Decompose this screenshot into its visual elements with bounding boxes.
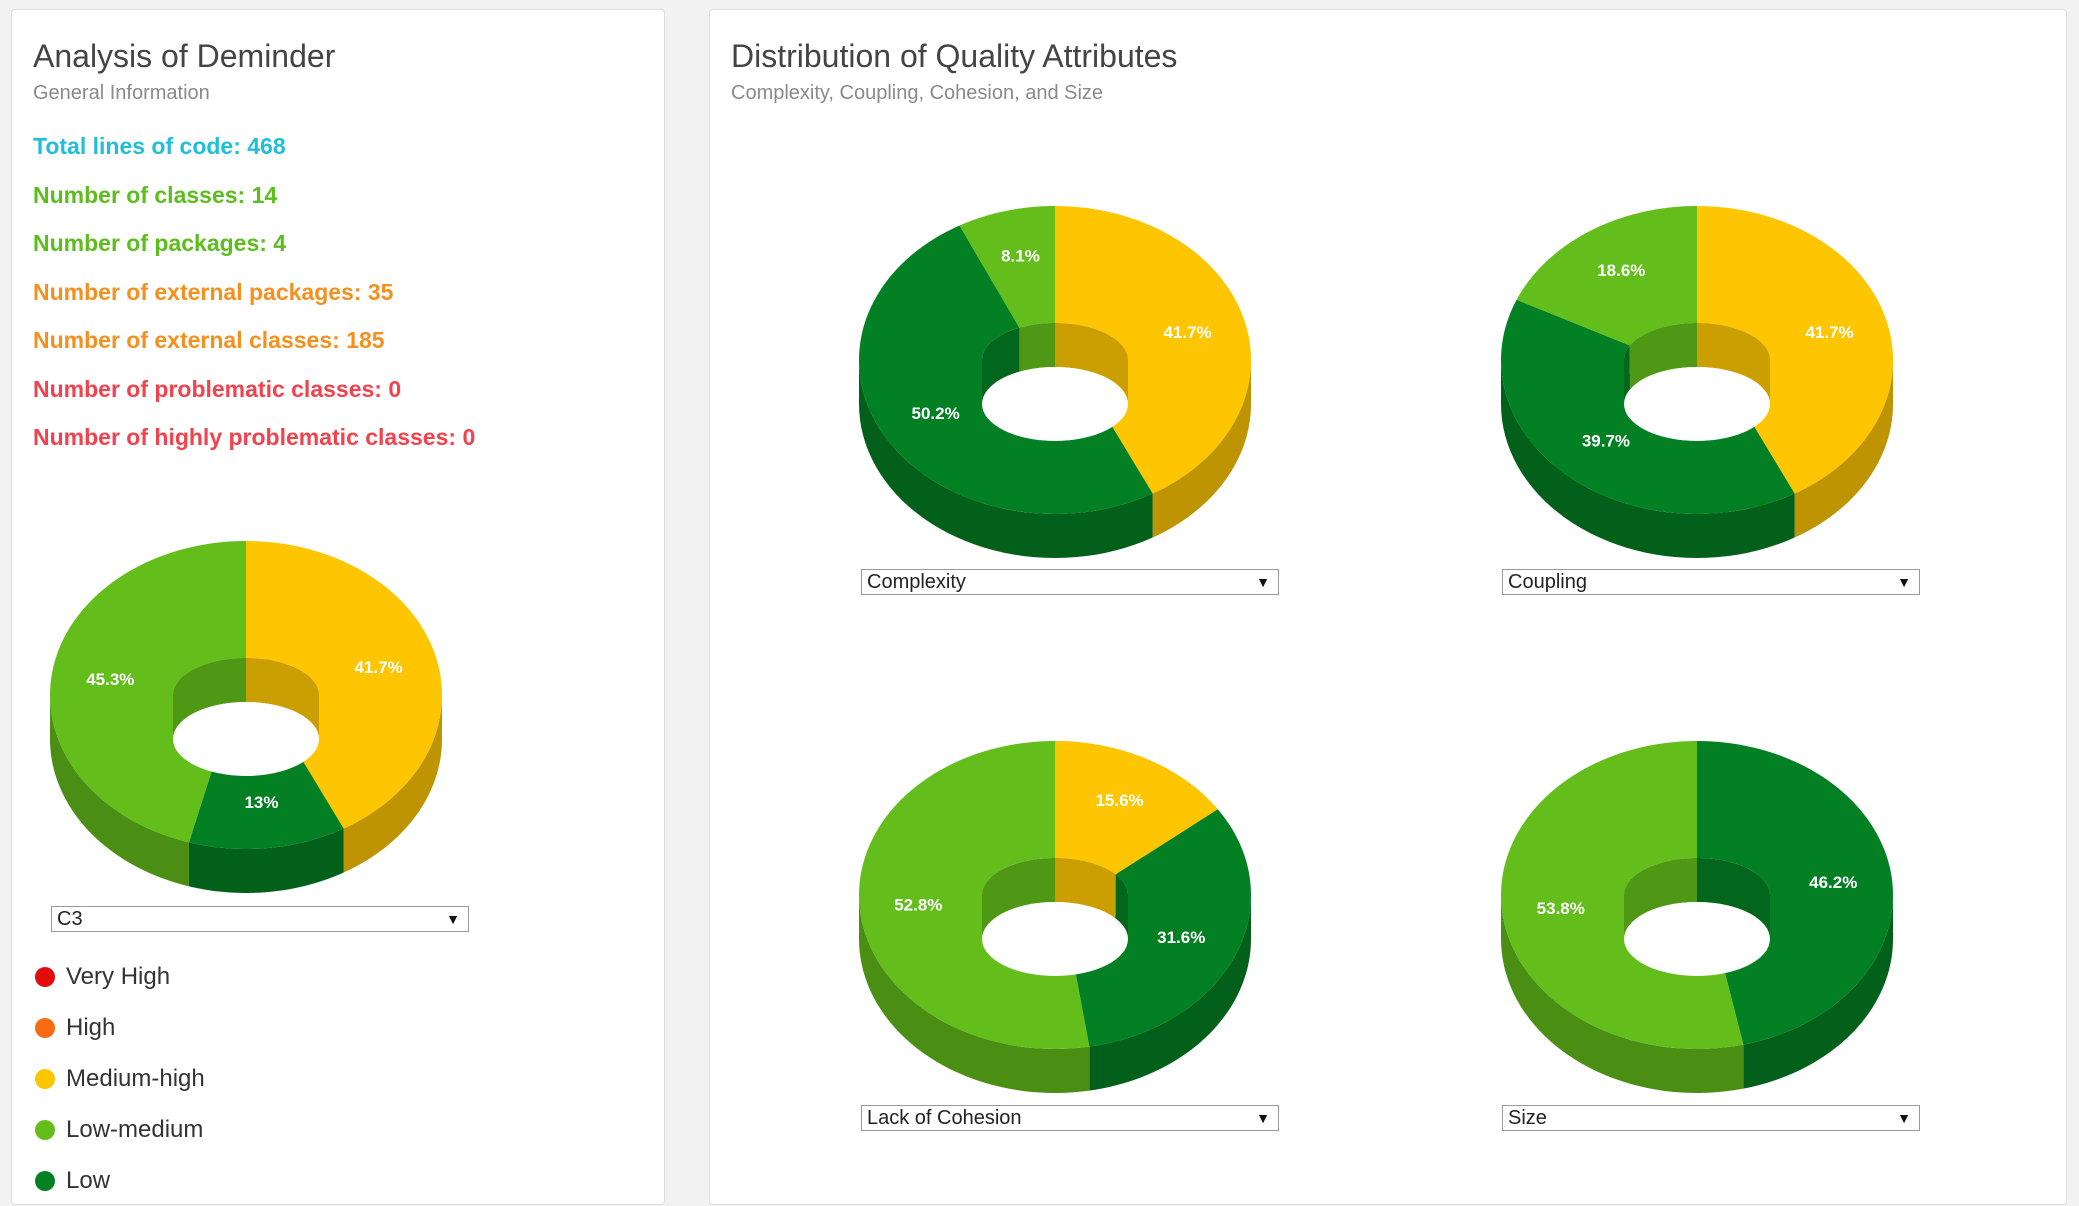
legend-label: High <box>66 1014 116 1041</box>
donut-hole <box>982 367 1128 441</box>
donut-hole <box>1624 367 1770 441</box>
dropdown-arrow-icon: ▼ <box>1256 1110 1270 1126</box>
legend-item-high: High <box>35 1014 115 1042</box>
size-donut-chart: 46.2% 53.8% <box>1501 741 1893 1093</box>
select-value: Size <box>1508 1107 1547 1129</box>
donut-hole <box>173 702 319 776</box>
legend-item-very-high: Very High <box>35 963 170 991</box>
donut-hole <box>1624 902 1770 976</box>
slice-label-low-medium: 53.8% <box>1537 899 1585 918</box>
legend-label: Very High <box>66 963 171 990</box>
slice-label-low-medium: 8.1% <box>1001 247 1040 266</box>
slice-label-low: 50.2% <box>912 404 960 423</box>
slice-label-low: 39.7% <box>1582 432 1630 451</box>
c3-chart-select[interactable]: C3 ▼ <box>51 906 469 932</box>
legend-dot-icon <box>35 1018 55 1038</box>
slice-label-medium-high: 41.7% <box>1163 323 1211 342</box>
lack-of-cohesion-donut-chart: 15.6% 31.6% 52.8% <box>859 741 1251 1093</box>
select-value: C3 <box>57 908 83 930</box>
select-value: Lack of Cohesion <box>867 1107 1022 1129</box>
legend-item-low-medium: Low-medium <box>35 1116 203 1144</box>
dropdown-arrow-icon: ▼ <box>446 911 460 927</box>
legend-label: Low <box>66 1167 111 1194</box>
legend-dot-icon <box>35 1069 55 1089</box>
legend-label: Low-medium <box>66 1116 204 1143</box>
legend-item-low: Low <box>35 1167 110 1195</box>
slice-label-medium-high: 15.6% <box>1095 791 1143 810</box>
coupling-donut-chart: 41.7% 39.7% 18.6% <box>1501 206 1893 558</box>
size-select[interactable]: Size ▼ <box>1502 1105 1920 1131</box>
legend-item-medium-high: Medium-high <box>35 1065 205 1093</box>
donut-hole <box>982 902 1128 976</box>
slice-label-medium-high: 41.7% <box>1805 323 1853 342</box>
slice-label-medium-high: 41.7% <box>354 658 402 677</box>
slice-label-low: 46.2% <box>1809 873 1857 892</box>
legend-dot-icon <box>35 1120 55 1140</box>
legend-dot-icon <box>35 1171 55 1191</box>
legend-dot-icon <box>35 967 55 987</box>
quality-attributes-panel: Distribution of Quality Attributes Compl… <box>709 9 2067 1205</box>
slice-label-low-medium: 18.6% <box>1597 261 1645 280</box>
slice-label-low: 13% <box>244 793 278 812</box>
general-info-panel: Analysis of Deminder General Information… <box>11 9 665 1205</box>
dropdown-arrow-icon: ▼ <box>1897 1110 1911 1126</box>
slice-label-low-medium: 52.8% <box>894 895 942 914</box>
lack-of-cohesion-select[interactable]: Lack of Cohesion ▼ <box>861 1105 1279 1131</box>
legend-label: Medium-high <box>66 1065 205 1092</box>
complexity-donut-chart: 41.7% 50.2% 8.1% <box>859 206 1251 558</box>
slice-label-low-medium: 45.3% <box>86 670 134 689</box>
slice-inner-wall-low-medium <box>1019 323 1055 372</box>
slice-label-low: 31.6% <box>1157 928 1205 947</box>
